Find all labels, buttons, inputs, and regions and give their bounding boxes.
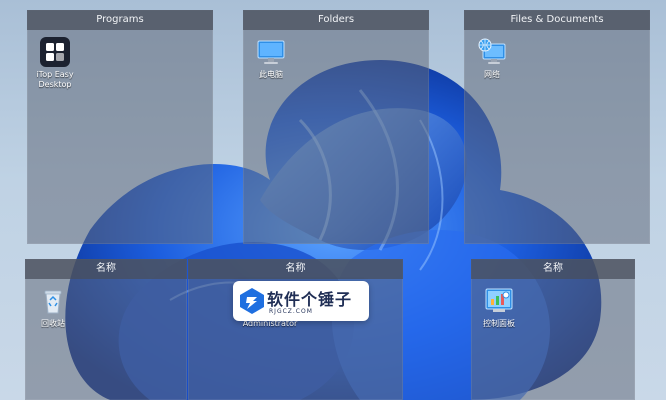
desktop-item-label: 此电脑 [259,70,283,79]
desktop-item-label: 控制面板 [483,319,515,328]
network-icon [476,36,508,68]
fence-title[interactable]: Programs [27,10,213,30]
this-pc-icon [255,36,287,68]
fence-name-left[interactable]: 名称 回收站 [25,259,187,400]
fence-title[interactable]: 名称 [25,259,187,279]
watermark-badge: 软件个锤子 RJGCZ.COM [233,281,369,321]
watermark-sub-text: RJGCZ.COM [269,308,313,315]
fence-title[interactable]: Folders [243,10,429,30]
fence-files-documents[interactable]: Files & Documents 网络 [464,10,650,244]
fence-title[interactable]: Files & Documents [464,10,650,30]
desktop-item-itop-easy-desktop[interactable]: iTop Easy Desktop [27,36,83,90]
desktop-item-label: 网络 [484,70,500,79]
desktop-item-control-panel[interactable]: 控制面板 [471,285,527,329]
fence-programs[interactable]: Programs iTop Easy Desktop [27,10,213,244]
desktop-item-label: 回收站 [41,319,65,328]
desktop-item-this-pc[interactable]: 此电脑 [243,36,299,80]
fence-name-right[interactable]: 名称 控制面板 [471,259,635,400]
fence-title[interactable]: 名称 [188,259,403,279]
watermark-main-text: 软件个锤子 [267,290,353,309]
control-panel-icon [483,285,515,317]
recycle-bin-icon [37,285,69,317]
itop-easy-desktop-icon [39,36,71,68]
desktop-item-network[interactable]: 网络 [464,36,520,80]
watermark-logo-icon [240,288,264,314]
desktop-item-label: iTop Easy Desktop [36,70,74,89]
fence-title[interactable]: 名称 [471,259,635,279]
fence-folders[interactable]: Folders 此电脑 [243,10,429,244]
desktop-item-recycle-bin[interactable]: 回收站 [25,285,81,329]
